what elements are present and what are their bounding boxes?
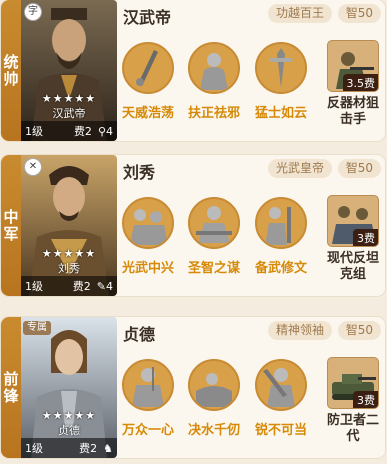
- combo-cost: 3.5费: [342, 74, 378, 91]
- role-label: 统帅: [1, 0, 21, 141]
- star-rating: ★★★★★: [41, 409, 97, 422]
- combo-cost: 3费: [353, 391, 378, 408]
- intelligence-tag: 智50: [337, 321, 381, 340]
- general-name: 刘秀: [123, 163, 156, 182]
- combo-name: 防卫者二代: [326, 413, 379, 444]
- troop-icon: ✎: [96, 279, 106, 293]
- general-portrait[interactable]: 专属 ★★★★★ 贞德 1级 费2 ♞: [21, 317, 117, 458]
- title-tag: 精神领袖: [267, 321, 332, 340]
- troop-icon: ⚲: [97, 124, 106, 138]
- combo-unit[interactable]: 3.5费 反器材狙击手: [321, 40, 385, 128]
- skill-2[interactable]: 圣智之谋: [186, 197, 242, 276]
- cost-label: 费2: [73, 125, 92, 138]
- skill-label: 锐不可当: [254, 423, 307, 438]
- skill-2[interactable]: 扶正祛邪: [186, 42, 242, 121]
- skill-label: 决水千仞: [187, 423, 240, 438]
- level-label: 1级: [25, 125, 43, 138]
- portrait-footer: 1级 费2 ♞: [21, 438, 117, 458]
- skill-icon: [255, 359, 307, 411]
- role-label: 中军: [1, 155, 21, 296]
- skill-icon: [122, 359, 174, 411]
- skill-1[interactable]: 光武中兴: [120, 197, 176, 276]
- skill-label: 扶正祛邪: [187, 106, 240, 121]
- faction-icon: ✕: [24, 158, 42, 176]
- skill-3[interactable]: 猛士如云: [253, 42, 309, 121]
- title-tag: 光武皇帝: [267, 159, 332, 178]
- portrait-name: 刘秀: [58, 262, 80, 275]
- general-name: 汉武帝: [123, 8, 172, 27]
- level-label: 1级: [25, 442, 43, 455]
- title-tag: 功越百王: [267, 4, 332, 23]
- skill-icon: [255, 42, 307, 94]
- skill-label: 猛士如云: [254, 106, 307, 121]
- level-label: 1级: [25, 280, 43, 293]
- combo-name: 反器材狙击手: [326, 96, 379, 127]
- horse-icon: ♞: [103, 441, 113, 455]
- general-card-2[interactable]: 中军 ✕ ★★★★★ 刘秀 1级 费2 ✎ 4 刘秀 光武皇帝 智50 光武中兴…: [1, 155, 385, 296]
- general-portrait[interactable]: ✕ ★★★★★ 刘秀 1级 费2 ✎ 4: [21, 155, 117, 296]
- troop-count: 4: [106, 279, 113, 293]
- skill-label: 光武中兴: [121, 261, 174, 276]
- skill-icon: [122, 42, 174, 94]
- intelligence-tag: 智50: [337, 159, 381, 178]
- cost-label: 费2: [79, 442, 98, 455]
- general-card-3[interactable]: 前锋 专属 ★★★★★ 贞德 1级 费2 ♞ 贞德 精神领袖 智50 万众一心 …: [1, 317, 385, 458]
- skill-icon: [188, 197, 240, 249]
- skill-icon: [188, 42, 240, 94]
- faction-icon: 字: [24, 3, 42, 21]
- exclusive-tag: 专属: [23, 321, 51, 335]
- combo-unit-image: 3费: [327, 195, 379, 247]
- portrait-name: 贞德: [58, 424, 80, 437]
- skill-1[interactable]: 天威浩荡: [120, 42, 176, 121]
- skill-label: 天威浩荡: [121, 106, 174, 121]
- portrait-footer: 1级 费2 ⚲ 4: [21, 121, 117, 141]
- skill-icon: [122, 197, 174, 249]
- combo-unit-image: 3.5费: [327, 40, 379, 92]
- combo-unit[interactable]: 3费 防卫者二代: [321, 357, 385, 445]
- general-card-1[interactable]: 统帅 字 ★★★★★ 汉武帝 1级 费2 ⚲ 4 汉武帝 功越百王 智50 天威…: [1, 0, 385, 141]
- portrait-footer: 1级 费2 ✎ 4: [21, 276, 117, 296]
- general-portrait[interactable]: 字 ★★★★★ 汉武帝 1级 费2 ⚲ 4: [21, 0, 117, 141]
- skill-label: 圣智之谋: [187, 261, 240, 276]
- combo-unit[interactable]: 3费 现代反坦克组: [321, 195, 385, 283]
- portrait-name: 汉武帝: [52, 107, 86, 120]
- skill-label: 万众一心: [121, 423, 174, 438]
- combo-name: 现代反坦克组: [326, 251, 379, 282]
- skill-icon: [188, 359, 240, 411]
- star-rating: ★★★★★: [41, 247, 97, 260]
- skill-1[interactable]: 万众一心: [120, 359, 176, 438]
- star-rating: ★★★★★: [41, 92, 97, 105]
- cost-label: 费2: [72, 280, 91, 293]
- combo-cost: 3费: [353, 229, 378, 246]
- skill-3[interactable]: 锐不可当: [253, 359, 309, 438]
- general-name: 贞德: [123, 325, 156, 344]
- combo-unit-image: 3费: [327, 357, 379, 409]
- role-label: 前锋: [1, 317, 21, 458]
- troop-count: 4: [106, 124, 113, 138]
- skill-label: 备武修文: [254, 261, 307, 276]
- skill-icon: [255, 197, 307, 249]
- skill-2[interactable]: 决水千仞: [186, 359, 242, 438]
- intelligence-tag: 智50: [337, 4, 381, 23]
- skill-3[interactable]: 备武修文: [253, 197, 309, 276]
